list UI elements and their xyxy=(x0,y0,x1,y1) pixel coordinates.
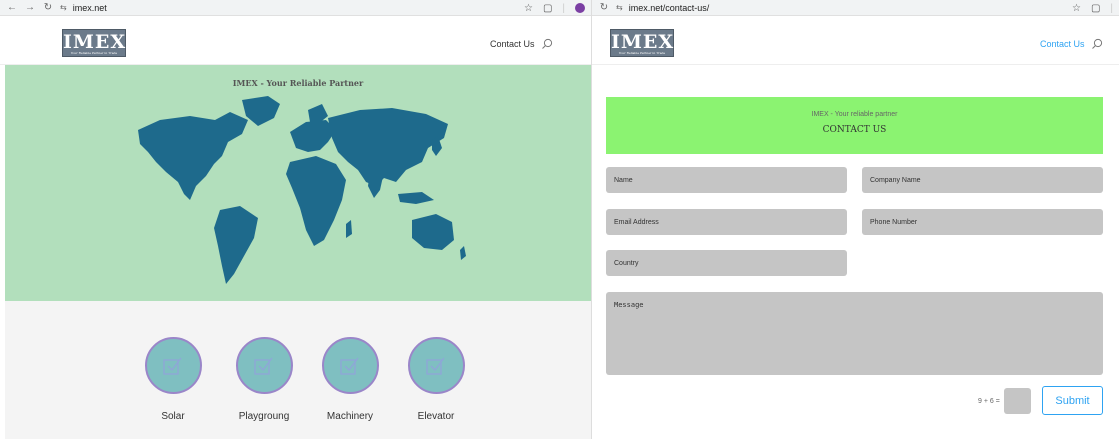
toolbar-divider: | xyxy=(1110,2,1113,14)
logo-tagline: Your Reliable Partner in Trade xyxy=(70,51,118,55)
hero-section: IMEX - Your Reliable Partner xyxy=(5,65,591,301)
nav-contact-us-link[interactable]: Contact Us xyxy=(490,39,535,49)
contact-banner: IMEX - Your reliable partner CONTACT US xyxy=(606,97,1103,154)
country-field[interactable]: Country xyxy=(606,250,847,276)
category-label: Machinery xyxy=(326,411,374,422)
name-field[interactable]: Name xyxy=(606,167,847,193)
company-placeholder: Company Name xyxy=(870,176,921,184)
phone-field[interactable]: Phone Number xyxy=(862,209,1103,235)
logo-text: IMEX xyxy=(611,31,675,53)
category-circle[interactable] xyxy=(235,337,293,394)
extensions-icon[interactable]: ▢ xyxy=(543,3,552,14)
world-map-image xyxy=(138,96,466,284)
company-name-field[interactable]: Company Name xyxy=(862,167,1103,193)
banner-title: CONTACT US xyxy=(822,125,887,135)
right-browser-window: ↻ ⇆ imex.net/contact-us/ ☆ ▢ | IMEX Your… xyxy=(591,0,1119,439)
browser-toolbar: ↻ ⇆ imex.net/contact-us/ ☆ ▢ | xyxy=(592,0,1119,16)
category-label: Playgroung xyxy=(238,411,290,422)
site-header: IMEX Your Reliable Partner in Trade Cont… xyxy=(0,17,591,65)
category-machinery[interactable]: Machinery xyxy=(315,337,385,422)
checkbox-icon xyxy=(163,357,182,375)
checkbox-icon xyxy=(426,357,445,375)
site-info-icon[interactable]: ⇆ xyxy=(60,3,67,12)
submit-button[interactable]: Submit xyxy=(1042,386,1103,415)
browser-toolbar: ← → ↻ ⇆ imex.net ☆ ▢ | xyxy=(0,0,591,16)
imex-logo[interactable]: IMEX Your Reliable Partner in Trade xyxy=(62,29,126,57)
address-bar[interactable]: imex.net/contact-us/ xyxy=(629,3,710,13)
forward-arrow-icon[interactable]: → xyxy=(24,2,36,13)
search-icon[interactable] xyxy=(1091,38,1103,50)
nav-contact-us-link[interactable]: Contact Us xyxy=(1040,39,1085,49)
message-placeholder: Message xyxy=(614,301,644,309)
imex-logo[interactable]: IMEX Your Reliable Partner in Trade xyxy=(610,29,674,57)
name-placeholder: Name xyxy=(614,176,633,184)
category-circle[interactable] xyxy=(321,337,379,394)
extensions-icon[interactable]: ▢ xyxy=(1091,3,1100,14)
captcha-question: 9 + 6 = xyxy=(978,398,1000,405)
message-textarea[interactable]: Message xyxy=(606,292,1103,375)
banner-subtitle: IMEX - Your reliable partner xyxy=(811,111,898,118)
email-field[interactable]: Email Address xyxy=(606,209,847,235)
category-circle[interactable] xyxy=(144,337,202,394)
email-placeholder: Email Address xyxy=(614,218,659,226)
category-solar[interactable]: Solar xyxy=(138,337,208,422)
category-label: Solar xyxy=(161,411,185,422)
toolbar-divider: | xyxy=(562,2,565,14)
back-arrow-icon[interactable]: ← xyxy=(6,2,18,13)
category-elevator[interactable]: Elevator xyxy=(401,337,471,422)
checkbox-icon xyxy=(254,357,273,375)
category-playground[interactable]: Playgroung xyxy=(229,337,299,422)
address-bar[interactable]: imex.net xyxy=(73,3,107,13)
site-info-icon[interactable]: ⇆ xyxy=(616,3,623,12)
logo-tagline: Your Reliable Partner in Trade xyxy=(618,51,666,55)
reload-icon[interactable]: ↻ xyxy=(598,2,610,13)
profile-avatar[interactable] xyxy=(575,3,585,13)
category-circle[interactable] xyxy=(407,337,465,394)
categories-section: Solar Playgroung Machinery Elevator xyxy=(5,301,591,439)
country-placeholder: Country xyxy=(614,259,639,267)
bookmark-star-icon[interactable]: ☆ xyxy=(1072,3,1081,14)
logo-text: IMEX xyxy=(63,31,127,53)
site-header: IMEX Your Reliable Partner in Trade Cont… xyxy=(592,17,1119,65)
search-icon[interactable] xyxy=(541,38,553,50)
left-browser-window: ← → ↻ ⇆ imex.net ☆ ▢ | IMEX Your Reliabl… xyxy=(0,0,591,439)
checkbox-icon xyxy=(340,357,359,375)
category-label: Elevator xyxy=(417,411,455,422)
reload-icon[interactable]: ↻ xyxy=(42,2,54,13)
phone-placeholder: Phone Number xyxy=(870,218,918,226)
hero-title: IMEX - Your Reliable Partner xyxy=(232,78,364,88)
captcha-answer-input[interactable] xyxy=(1004,388,1031,414)
bookmark-star-icon[interactable]: ☆ xyxy=(524,3,533,14)
